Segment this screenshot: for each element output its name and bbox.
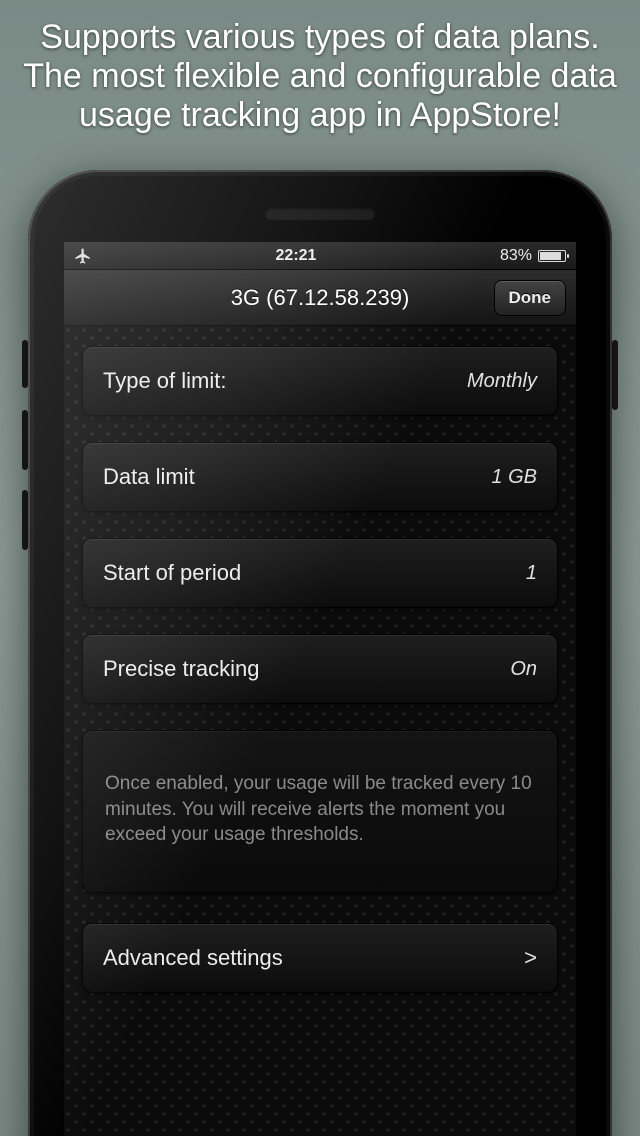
row-advanced-settings[interactable]: Advanced settings > [82, 923, 558, 993]
nav-bar: 3G (67.12.58.239) Done [64, 270, 576, 326]
row-label: Advanced settings [103, 945, 283, 971]
airplane-mode-icon [74, 247, 92, 265]
row-value: Monthly [467, 370, 537, 393]
row-label: Start of period [103, 560, 241, 586]
phone-screen: 22:21 83% 3G (67.12.58.239) Done Type of… [64, 242, 576, 1136]
promo-headline: Supports various types of data plans. Th… [0, 18, 640, 135]
battery-icon [538, 250, 566, 262]
chevron-right-icon: > [524, 945, 537, 971]
phone-speaker [265, 208, 375, 220]
settings-content: Type of limit: Monthly Data limit 1 GB S… [64, 326, 576, 1136]
row-value: On [510, 658, 537, 681]
done-button[interactable]: Done [494, 280, 567, 316]
row-data-limit[interactable]: Data limit 1 GB [82, 442, 558, 512]
phone-frame: 22:21 83% 3G (67.12.58.239) Done Type of… [28, 170, 612, 1136]
battery-percent: 83% [500, 247, 532, 265]
nav-title: 3G (67.12.58.239) [231, 285, 410, 311]
row-start-of-period[interactable]: Start of period 1 [82, 538, 558, 608]
row-label: Type of limit: [103, 368, 226, 394]
row-value: 1 [526, 562, 537, 585]
phone-power-button [612, 340, 618, 410]
precise-tracking-info: Once enabled, your usage will be tracked… [82, 730, 558, 893]
row-value: 1 GB [491, 466, 537, 489]
row-label: Data limit [103, 464, 195, 490]
status-time: 22:21 [276, 247, 317, 265]
row-precise-tracking[interactable]: Precise tracking On [82, 634, 558, 704]
row-label: Precise tracking [103, 656, 260, 682]
row-type-of-limit[interactable]: Type of limit: Monthly [82, 346, 558, 416]
status-bar: 22:21 83% [64, 242, 576, 270]
